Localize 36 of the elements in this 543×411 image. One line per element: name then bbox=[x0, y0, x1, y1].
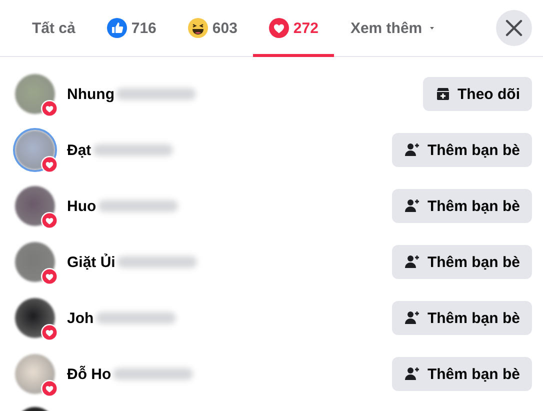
follow-icon bbox=[434, 86, 450, 102]
reaction-tab[interactable]: 272 bbox=[253, 0, 334, 56]
action-button[interactable]: Thêm bạn bè bbox=[392, 301, 532, 335]
action-button[interactable]: Thêm bạn bè bbox=[392, 245, 532, 279]
action-button[interactable]: Thêm bạn bè bbox=[392, 189, 532, 223]
reaction-tab[interactable]: 716 bbox=[91, 0, 172, 56]
person-name[interactable]: Giặt Ủi bbox=[67, 254, 116, 270]
add-person-icon bbox=[404, 142, 420, 158]
reaction-tab[interactable]: 603 bbox=[172, 0, 254, 56]
action-button[interactable]: Thêm bạn bè bbox=[392, 357, 532, 391]
avatar[interactable] bbox=[15, 298, 55, 338]
heart-icon bbox=[41, 212, 58, 229]
person-name[interactable]: Joh bbox=[67, 310, 94, 326]
person-name[interactable]: Nhung bbox=[67, 86, 114, 102]
person-name[interactable]: Đạt bbox=[67, 142, 92, 158]
add-person-icon bbox=[404, 366, 420, 382]
like-icon bbox=[107, 18, 128, 38]
add-person-icon bbox=[404, 254, 420, 270]
heart-icon bbox=[41, 380, 58, 397]
heart-icon bbox=[41, 268, 58, 285]
person-name[interactable]: Huo bbox=[67, 198, 96, 214]
close-icon bbox=[504, 18, 524, 38]
avatar[interactable] bbox=[15, 186, 55, 226]
reaction-tab[interactable]: Xem thêm bbox=[334, 0, 450, 56]
add-person-icon bbox=[404, 198, 420, 214]
heart-icon bbox=[41, 100, 58, 117]
action-button[interactable]: Thêm bạn bè bbox=[392, 133, 532, 167]
heart-icon bbox=[41, 156, 58, 173]
laughing-face-icon bbox=[188, 18, 208, 38]
close-button[interactable] bbox=[496, 10, 532, 46]
heart-icon bbox=[41, 324, 58, 341]
person-name[interactable]: Đỗ Ho bbox=[67, 366, 112, 382]
reaction-tab[interactable]: Tất cả bbox=[16, 0, 92, 56]
add-person-icon bbox=[404, 310, 420, 326]
action-button[interactable]: Theo dõi bbox=[422, 77, 532, 111]
caret-icon bbox=[430, 26, 434, 30]
